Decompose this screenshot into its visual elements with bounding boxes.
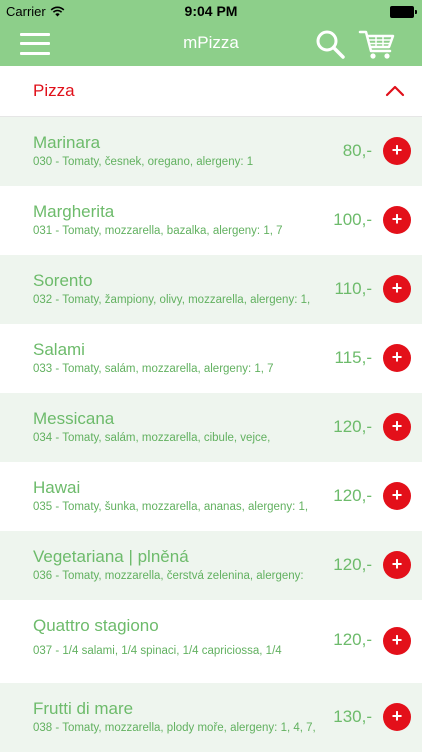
item-price: 130,- <box>333 707 372 726</box>
list-item[interactable]: Margherita 031 - Tomaty, mozzarella, baz… <box>0 186 422 255</box>
list-item[interactable]: Messicana 034 - Tomaty, salám, mozzarell… <box>0 393 422 462</box>
section-header-pizza[interactable]: Pizza <box>0 66 422 117</box>
add-to-cart-button[interactable]: + <box>383 627 411 655</box>
item-name: Sorento <box>33 271 93 290</box>
item-description: 036 - Tomaty, mozzarella, čerstvá zeleni… <box>33 570 304 582</box>
list-item[interactable]: Marinara 030 - Tomaty, česnek, oregano, … <box>0 117 422 186</box>
section-title: Pizza <box>33 81 75 100</box>
shopping-cart-icon[interactable] <box>358 26 396 62</box>
item-price: 115,- <box>334 348 373 367</box>
list-item[interactable]: Vegetariana | plněná 036 - Tomaty, mozza… <box>0 531 422 600</box>
chevron-up-icon[interactable] <box>384 82 406 100</box>
item-price: 120,- <box>333 417 372 436</box>
item-description: 038 - Tomaty, mozzarella, plody moře, al… <box>33 722 316 734</box>
list-item[interactable]: Frutti di mare 038 - Tomaty, mozzarella,… <box>0 683 422 752</box>
item-name: Messicana <box>33 409 115 428</box>
item-price: 120,- <box>333 486 372 505</box>
list-item[interactable]: Quattro stagiono 037 - 1/4 salami, 1/4 s… <box>0 600 422 683</box>
item-description: 030 - Tomaty, česnek, oregano, alergeny:… <box>33 156 254 168</box>
add-to-cart-button[interactable]: + <box>383 703 411 731</box>
item-name: Vegetariana | plněná <box>33 547 189 566</box>
product-list: Marinara 030 - Tomaty, česnek, oregano, … <box>0 117 422 752</box>
add-to-cart-button[interactable]: + <box>383 206 411 234</box>
item-description: 037 - 1/4 salami, 1/4 spinaci, 1/4 capri… <box>33 645 282 657</box>
add-to-cart-button[interactable]: + <box>383 413 411 441</box>
nav-bar: mPizza <box>0 22 422 66</box>
status-bar: Carrier 9:04 PM <box>0 0 422 22</box>
item-price: 120,- <box>333 630 372 649</box>
add-to-cart-button[interactable]: + <box>383 275 411 303</box>
item-name: Quattro stagiono <box>33 616 159 635</box>
item-name: Margherita <box>33 202 115 221</box>
search-icon[interactable] <box>314 28 346 60</box>
battery-icon <box>390 6 417 18</box>
item-description: 033 - Tomaty, salám, mozzarella, alergen… <box>33 363 274 375</box>
item-name: Hawai <box>33 478 81 497</box>
item-price: 120,- <box>333 555 372 574</box>
add-to-cart-button[interactable]: + <box>383 551 411 579</box>
add-to-cart-button[interactable]: + <box>383 344 411 372</box>
list-item[interactable]: Hawai 035 - Tomaty, šunka, mozzarella, a… <box>0 462 422 531</box>
item-name: Frutti di mare <box>33 699 134 718</box>
add-to-cart-button[interactable]: + <box>383 482 411 510</box>
item-description: 032 - Tomaty, žampiony, olivy, mozzarell… <box>33 294 311 306</box>
item-name: Marinara <box>33 133 101 152</box>
item-description: 035 - Tomaty, šunka, mozzarella, ananas,… <box>33 501 309 513</box>
add-to-cart-button[interactable]: + <box>383 137 411 165</box>
item-description: 034 - Tomaty, salám, mozzarella, cibule,… <box>33 432 271 444</box>
item-price: 110,- <box>334 279 373 298</box>
item-description: 031 - Tomaty, mozzarella, bazalka, alerg… <box>33 225 283 237</box>
status-time: 9:04 PM <box>184 3 238 19</box>
item-price: 80,- <box>342 141 372 160</box>
list-item[interactable]: Salami 033 - Tomaty, salám, mozzarella, … <box>0 324 422 393</box>
item-name: Salami <box>33 340 85 359</box>
list-item[interactable]: Sorento 032 - Tomaty, žampiony, olivy, m… <box>0 255 422 324</box>
item-price: 100,- <box>333 210 372 229</box>
